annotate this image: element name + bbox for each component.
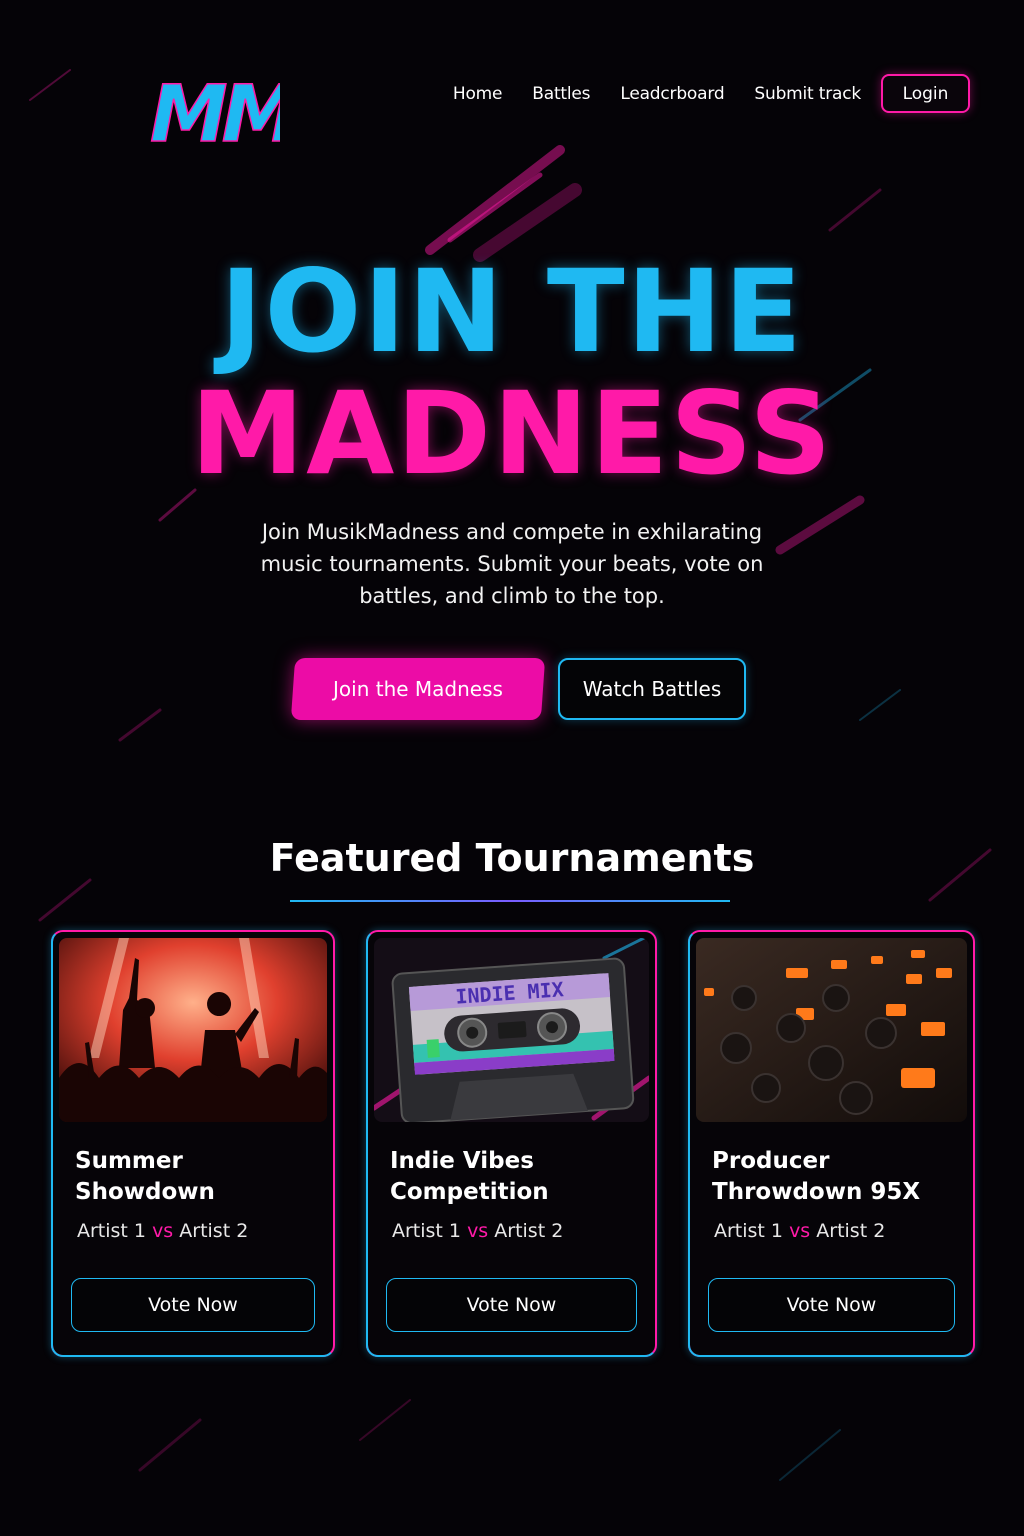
tournament-card: INDIE MIX Indie Vibes Competition Artist… [366,930,657,1357]
tournament-card: Producer Throwdown 95X Artist 1 vs Artis… [688,930,975,1357]
vote-now-button[interactable]: Vote Now [708,1278,955,1332]
artist-b: Artist 2 [816,1220,886,1242]
watch-battles-label: Watch Battles [582,677,722,701]
tournament-card: Summer Showdown Artist 1 vs Artist 2 Vot… [51,930,335,1357]
artist-a: Artist 1 [77,1220,147,1242]
cassette-tape-image: INDIE MIX [374,938,649,1122]
featured-divider [290,900,730,902]
watch-battles-button[interactable]: Watch Battles [558,658,746,720]
nav-home[interactable]: Home [453,84,503,104]
join-madness-label: Join the Madness [333,677,503,701]
vs-label: vs [152,1220,174,1242]
card-matchup: Artist 1 vs Artist 2 [714,1220,885,1242]
card-title: Producer Throwdown 95X [712,1148,921,1205]
artist-a: Artist 1 [392,1220,462,1242]
artist-b: Artist 2 [494,1220,564,1242]
nav-submit-track[interactable]: Submit track [754,84,861,104]
vs-label: vs [789,1220,811,1242]
vote-now-button[interactable]: Vote Now [71,1278,315,1332]
hero-subtitle: Join MusikMadness and compete in exhilar… [260,520,764,608]
nav-battles[interactable]: Battles [532,84,590,104]
hero-title-line1: JOIN THE [220,245,804,378]
nav-leaderboard[interactable]: Leadcrboard [620,84,724,104]
vs-label: vs [467,1220,489,1242]
featured-title: Featured Tournaments [269,836,755,880]
mixing-console-image [696,938,967,1122]
logo-text: MM [150,70,280,156]
card-matchup: Artist 1 vs Artist 2 [392,1220,563,1242]
card-matchup: Artist 1 vs Artist 2 [77,1220,248,1242]
brand-logo[interactable]: MM [150,66,280,156]
join-madness-button[interactable]: Join the Madness [290,658,546,720]
vote-now-button[interactable]: Vote Now [386,1278,637,1332]
artist-b: Artist 2 [179,1220,249,1242]
concert-crowd-image [59,938,327,1122]
card-title: Summer Showdown [75,1148,215,1205]
login-button[interactable]: Login [881,74,970,113]
artist-a: Artist 1 [714,1220,784,1242]
hero-title-line2: MADNESS [190,367,834,500]
card-title: Indie Vibes Competition [390,1148,549,1205]
main-nav: Home Battles Leadcrboard Submit track Lo… [453,74,970,113]
